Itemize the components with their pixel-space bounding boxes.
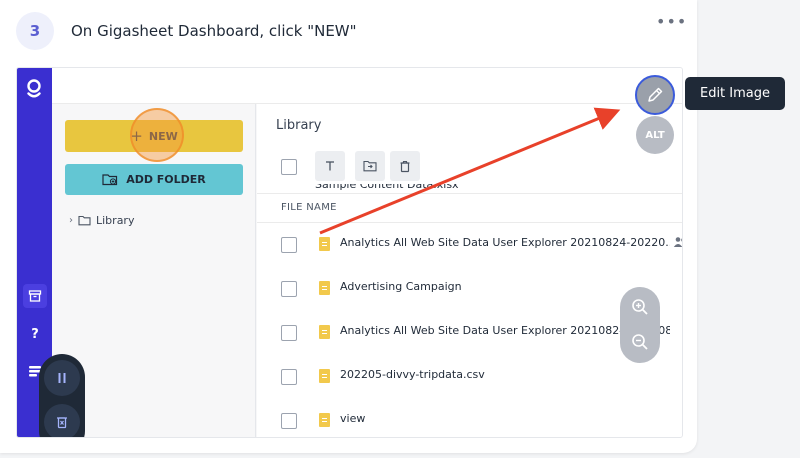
row-checkbox[interactable] xyxy=(281,369,297,385)
file-name[interactable]: view xyxy=(340,412,670,425)
select-all-checkbox[interactable] xyxy=(281,159,297,175)
step-card: 3 On Gigasheet Dashboard, click "NEW" ••… xyxy=(0,0,697,453)
add-folder-button[interactable]: ADD FOLDER xyxy=(65,164,243,195)
tree-item-label: Library xyxy=(96,214,135,227)
row-checkbox[interactable] xyxy=(281,237,297,253)
gigasheet-logo-icon xyxy=(27,79,41,98)
step-number-badge: 3 xyxy=(16,12,54,50)
row-checkbox[interactable] xyxy=(281,325,297,341)
sheet-file-icon xyxy=(319,281,330,295)
file-name[interactable]: 202205-divvy-tripdata.csv xyxy=(340,368,670,381)
pause-icon[interactable] xyxy=(44,360,80,396)
file-name[interactable]: Advertising Campaign xyxy=(340,280,670,293)
chevron-right-icon: › xyxy=(69,215,73,226)
step-title: On Gigasheet Dashboard, click "NEW" xyxy=(71,22,357,40)
sheet-file-icon xyxy=(319,369,330,383)
folder-icon xyxy=(78,215,91,226)
row-checkbox[interactable] xyxy=(281,413,297,429)
file-row[interactable]: view xyxy=(257,399,682,437)
sheet-file-icon xyxy=(319,413,330,427)
zoom-out-icon[interactable] xyxy=(628,330,652,354)
row-checkbox[interactable] xyxy=(281,281,297,297)
edit-image-button[interactable] xyxy=(635,75,675,115)
screenshot-frame: ? + NEW ADD FOLDER › Library Library FIL… xyxy=(16,67,683,438)
zoom-controls xyxy=(620,287,660,363)
add-folder-icon xyxy=(102,174,118,186)
more-options-icon[interactable]: ••• xyxy=(656,14,686,34)
app-topbar xyxy=(52,68,682,104)
file-row[interactable]: 202205-divvy-tripdata.csv xyxy=(257,355,682,399)
zoom-in-icon[interactable] xyxy=(628,295,652,319)
file-row[interactable]: Analytics All Web Site Data User Explore… xyxy=(257,223,682,267)
sheet-file-icon xyxy=(319,237,330,251)
file-name[interactable]: Analytics All Web Site Data User Explore… xyxy=(340,236,670,249)
add-folder-label: ADD FOLDER xyxy=(126,173,206,186)
partially-hidden-row: Sample Content Data.xlsx xyxy=(315,184,459,190)
library-main-pane: Library Sample Content Data.xlsx FILE NA… xyxy=(257,104,682,437)
text-format-icon[interactable] xyxy=(315,151,345,181)
tree-item-library[interactable]: › Library xyxy=(69,214,134,227)
discard-icon[interactable] xyxy=(44,404,80,437)
edit-image-tooltip: Edit Image xyxy=(685,77,785,110)
recording-dock xyxy=(39,354,85,437)
click-indicator xyxy=(130,108,184,162)
alt-text-button[interactable]: ALT xyxy=(636,116,674,154)
delete-icon[interactable] xyxy=(390,151,420,181)
file-name-column-header[interactable]: FILE NAME xyxy=(257,193,682,223)
help-icon[interactable]: ? xyxy=(23,322,47,346)
shared-users-icon xyxy=(673,236,682,250)
move-to-folder-icon[interactable] xyxy=(355,151,385,181)
archive-icon[interactable] xyxy=(23,284,47,308)
pencil-icon xyxy=(648,87,663,102)
library-title: Library xyxy=(276,118,322,133)
sheet-file-icon xyxy=(319,325,330,339)
